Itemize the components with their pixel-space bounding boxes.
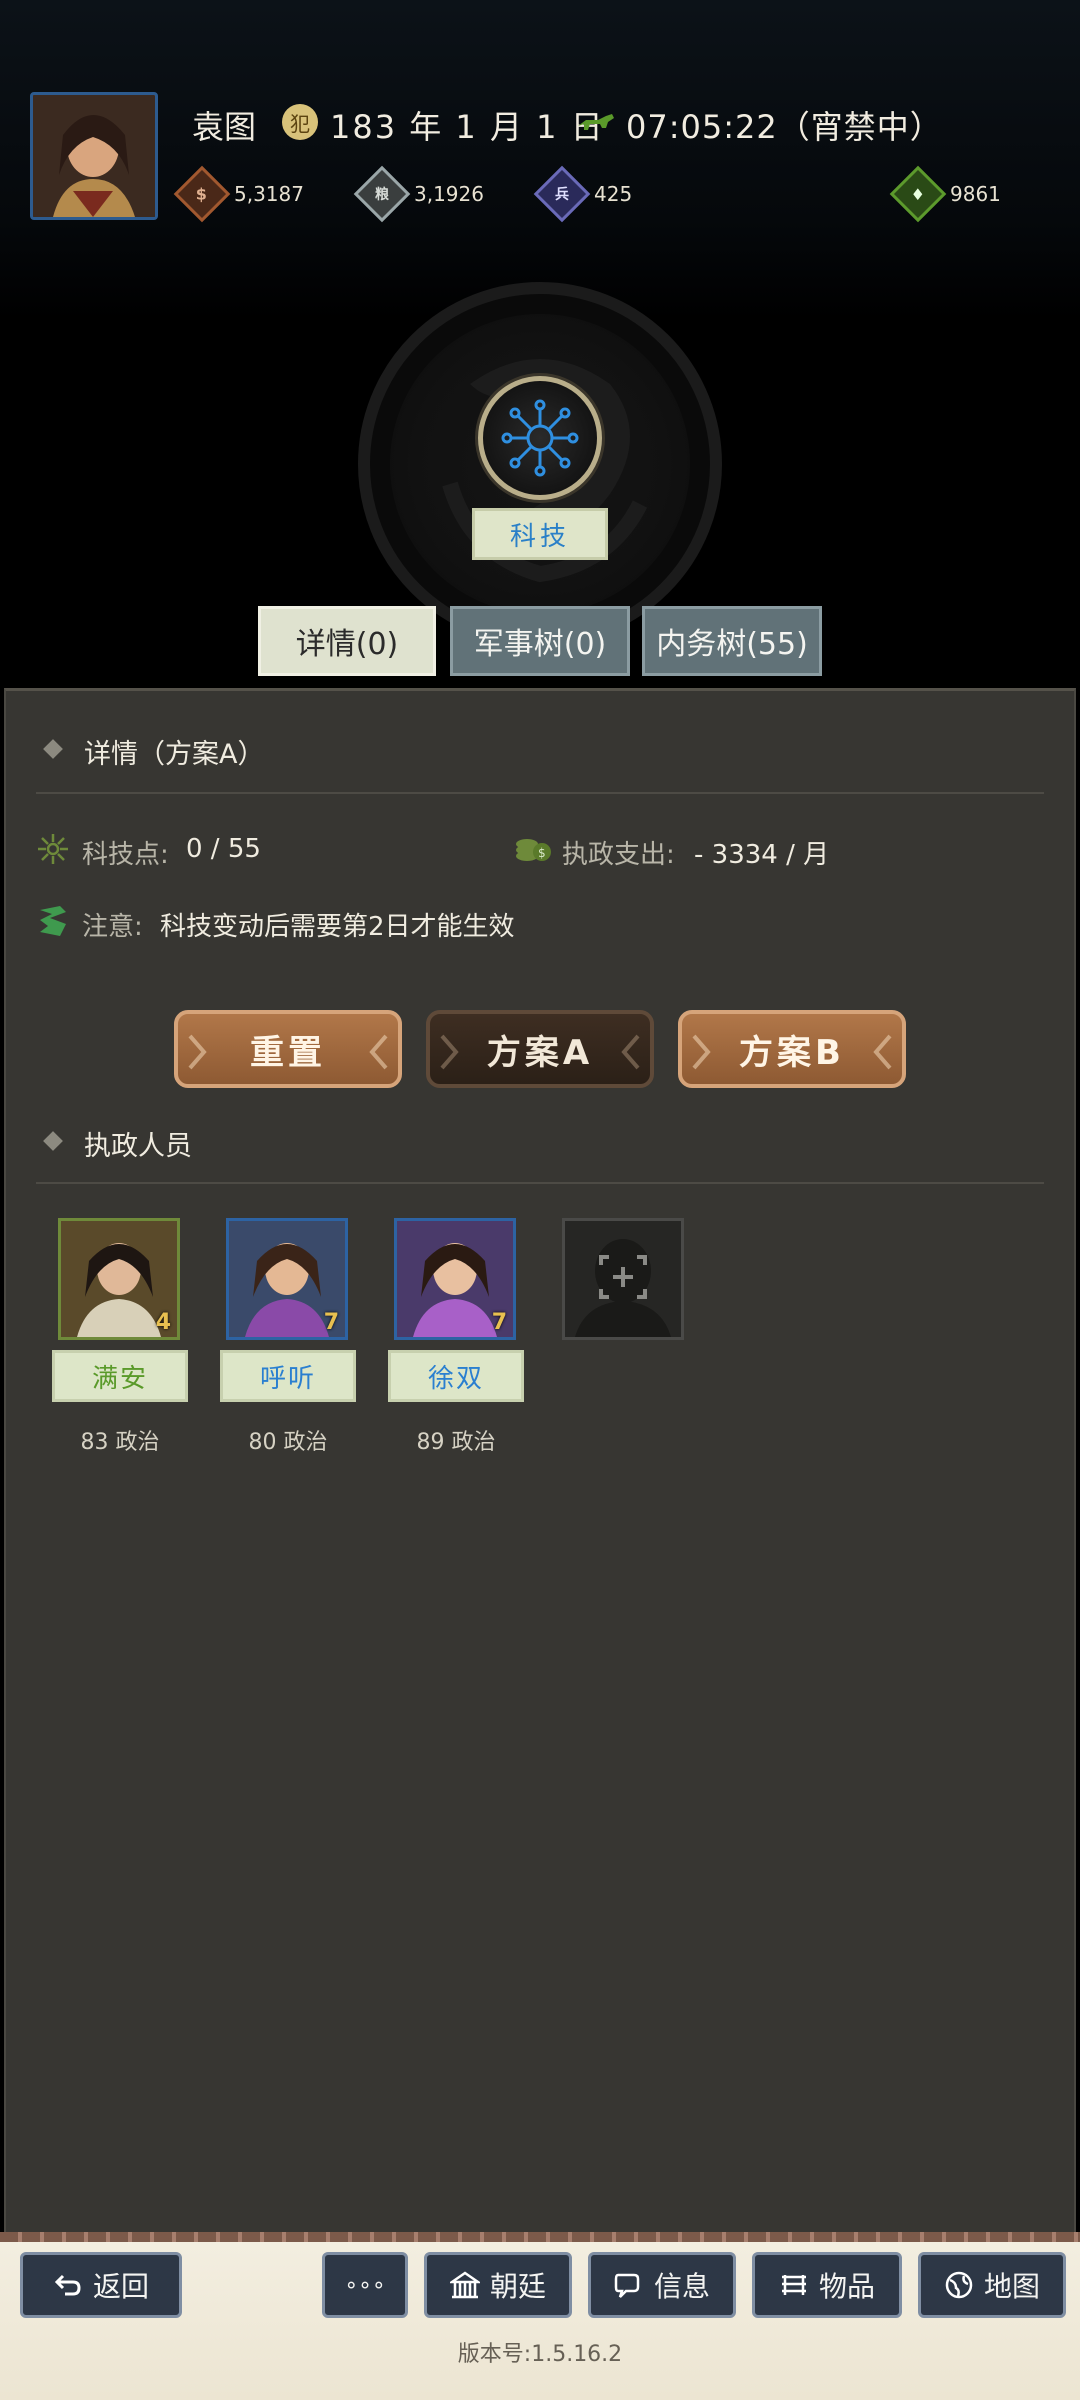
tech-network-icon[interactable] [478, 376, 602, 500]
court-button[interactable]: 朝廷 [424, 2252, 572, 2318]
items-button[interactable]: 物品 [752, 2252, 902, 2318]
food-value: 3,1926 [414, 182, 484, 206]
food-resource[interactable]: 粮 3,1926 [353, 165, 552, 223]
globe-icon [945, 2271, 973, 2299]
scroll-icon [36, 904, 70, 942]
chat-bubble-icon [614, 2273, 640, 2298]
tech-points-label: 科技点: [82, 840, 169, 870]
troops-resource[interactable]: 兵 425 [533, 165, 732, 223]
gold-resource[interactable]: $ 5,3187 [173, 165, 372, 223]
tech-title-label: 科技 [472, 508, 608, 560]
seal-icon: 犯 [282, 104, 318, 140]
officer-stat-2: 80 政治 [248, 1430, 328, 1455]
tab-domestic-tree[interactable]: 内务树(55) [642, 606, 822, 676]
back-arrow-icon [54, 2274, 81, 2296]
soldier-icon: 兵 [533, 165, 591, 223]
officer-name-2[interactable]: 呼听 [220, 1350, 356, 1402]
palace-icon [449, 2271, 480, 2299]
plan-a-button[interactable]: 方案A [426, 1010, 654, 1088]
gold-value: 5,3187 [234, 182, 304, 206]
footer-border [0, 2232, 1080, 2242]
horse-icon [576, 112, 616, 134]
tab-military-tree[interactable]: 军事树(0) [450, 606, 630, 676]
svg-text:$: $ [538, 846, 546, 860]
info-button[interactable]: 信息 [588, 2252, 736, 2318]
grain-icon: 粮 [353, 165, 411, 223]
coins-icon: $ [514, 832, 552, 868]
empty-officer-slot[interactable] [562, 1218, 684, 1340]
officer-name-3[interactable]: 徐双 [388, 1350, 524, 1402]
morale-resource[interactable]: ♦ 9861 [889, 165, 1080, 223]
pouch-icon: ♦ [889, 165, 947, 223]
officer-portrait-3[interactable]: 7 [394, 1218, 516, 1340]
officer-stat-1: 83 政治 [80, 1430, 160, 1455]
game-time: 07:05:22（宵禁中） [626, 108, 943, 146]
officers-section-title: 执政人员 [84, 1131, 192, 1162]
officer-portrait-1[interactable]: 4 [58, 1218, 180, 1340]
game-date: 183 年 1 月 1 日 [330, 108, 605, 146]
details-section-title: 详情（方案A） [84, 739, 265, 770]
notice-text: 科技变动后需要第2日才能生效 [160, 912, 515, 942]
plan-b-button[interactable]: 方案B [678, 1010, 906, 1088]
version-label: 版本号:1.5.16.2 [457, 2342, 623, 2367]
back-button[interactable]: 返回 [20, 2252, 182, 2318]
morale-value: 9861 [950, 182, 1001, 206]
officer-portrait-2[interactable]: 7 [226, 1218, 348, 1340]
officer-name-1[interactable]: 满安 [52, 1350, 188, 1402]
scroll-bundle-icon [781, 2275, 806, 2295]
player-avatar[interactable] [30, 92, 158, 220]
add-officer-icon [565, 1221, 681, 1337]
notice-label: 注意: [82, 912, 143, 942]
player-name: 袁图 [192, 108, 257, 146]
spending-label: 执政支出: [562, 840, 675, 870]
officer-stat-3: 89 政治 [416, 1430, 496, 1455]
section-divider [36, 792, 1044, 794]
troops-value: 425 [594, 182, 633, 206]
section-divider [36, 1182, 1044, 1184]
tab-details[interactable]: 详情(0) [258, 606, 436, 676]
map-button[interactable]: 地图 [918, 2252, 1066, 2318]
tech-points-value: 0 / 55 [186, 834, 261, 864]
reset-button[interactable]: 重置 [174, 1010, 402, 1088]
coin-icon: $ [173, 165, 231, 223]
more-button[interactable]: ∘∘∘ [322, 2252, 408, 2318]
spending-value: - 3334 / 月 [694, 840, 830, 870]
atom-icon [36, 832, 70, 870]
